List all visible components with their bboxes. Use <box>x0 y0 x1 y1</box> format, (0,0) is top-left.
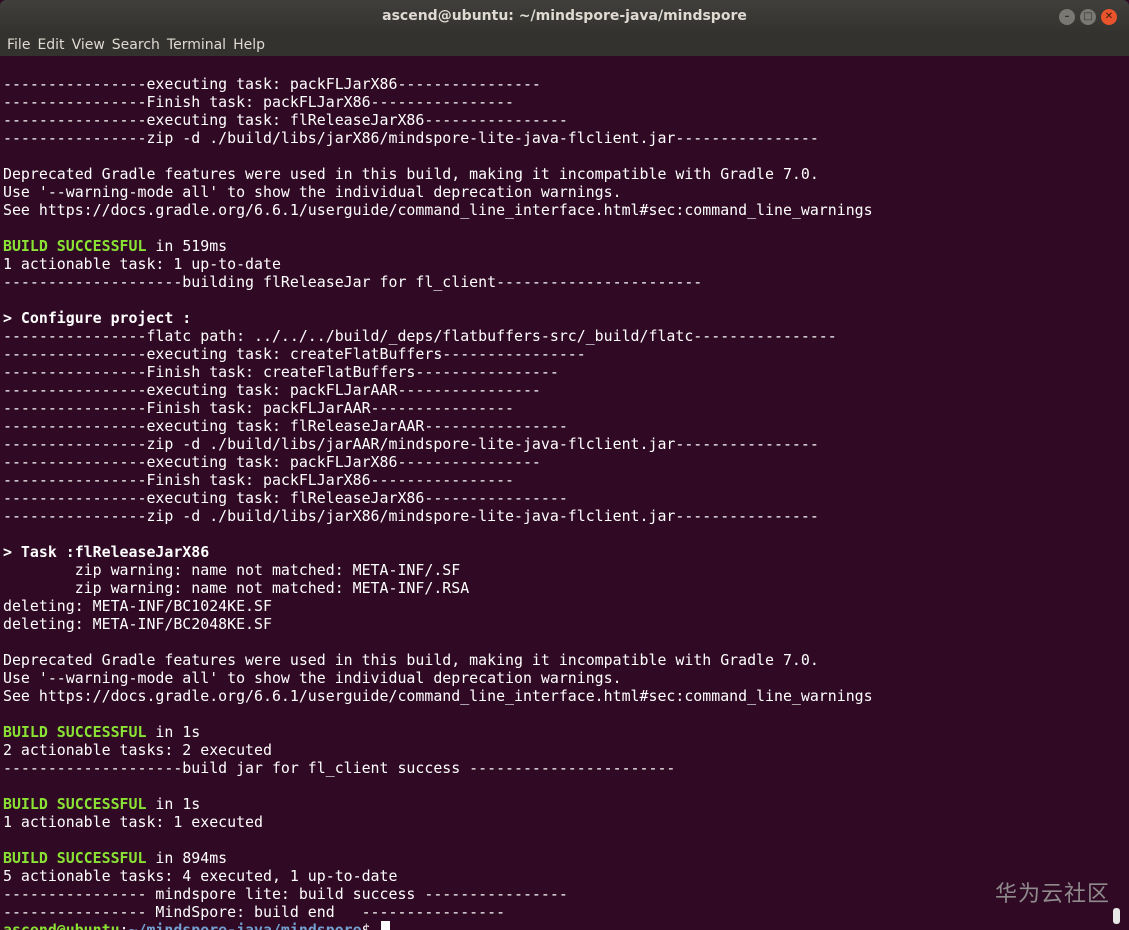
terminal-line: ----------------Finish task: packFLJarX8… <box>3 471 515 489</box>
text-cursor <box>380 921 390 930</box>
terminal-line: ----------------executing task: packFLJa… <box>3 75 541 93</box>
build-time: in 1s <box>155 723 201 741</box>
minimize-button[interactable]: – <box>1059 9 1075 25</box>
terminal-line: See https://docs.gradle.org/6.6.1/usergu… <box>3 201 873 219</box>
menu-file[interactable]: File <box>0 34 33 56</box>
terminal-line: Use '--warning-mode all' to show the ind… <box>3 669 622 687</box>
terminal-line: ----------------executing task: packFLJa… <box>3 453 541 471</box>
terminal-line: ----------------flatc path: ../../../bui… <box>3 327 837 345</box>
terminal-window: ascend@ubuntu: ~/mindspore-java/mindspor… <box>0 0 1129 930</box>
terminal-line: Deprecated Gradle features were used in … <box>3 165 819 183</box>
build-successful-label: BUILD SUCCESSFUL <box>3 723 147 741</box>
build-time: in 894ms <box>155 849 228 867</box>
terminal-line: ----------------zip -d ./build/libs/jarA… <box>3 435 819 453</box>
build-status-line: BUILD SUCCESSFUL in 1s <box>3 723 1103 741</box>
menu-help[interactable]: Help <box>229 34 268 56</box>
menu-edit[interactable]: Edit <box>33 34 67 56</box>
build-status-line: BUILD SUCCESSFUL in 519ms <box>3 237 1103 255</box>
terminal-line: ----------------Finish task: packFLJarAA… <box>3 399 515 417</box>
close-button[interactable]: ✕ <box>1101 9 1117 25</box>
terminal-line: 1 actionable task: 1 executed <box>3 813 263 831</box>
terminal-line: ----------------executing task: flReleas… <box>3 489 568 507</box>
terminal-line: > Task :flReleaseJarX86 <box>3 543 210 561</box>
watermark: 华为云社区 <box>994 882 1110 907</box>
terminal-line: > Configure project : <box>3 309 192 327</box>
menu-view[interactable]: View <box>68 34 108 56</box>
terminal-line: Use '--warning-mode all' to show the ind… <box>3 183 622 201</box>
terminal-line: ----------------executing task: flReleas… <box>3 417 568 435</box>
maximize-button[interactable]: □ <box>1080 9 1096 25</box>
terminal-line: --------------------building flReleaseJa… <box>3 273 703 291</box>
menu-terminal[interactable]: Terminal <box>163 34 229 56</box>
prompt-user-host: ascend@ubuntu <box>3 921 120 930</box>
terminal-line: zip warning: name not matched: META-INF/… <box>3 561 461 579</box>
terminal-line: ----------------executing task: createFl… <box>3 345 586 363</box>
terminal-line: deleting: META-INF/BC1024KE.SF <box>3 597 272 615</box>
terminal-line: ----------------zip -d ./build/libs/jarX… <box>3 129 819 147</box>
terminal-line: ----------------executing task: flReleas… <box>3 111 568 129</box>
terminal-line: ----------------Finish task: packFLJarX8… <box>3 93 515 111</box>
terminal-line: ----------------Finish task: createFlatB… <box>3 363 559 381</box>
terminal-line: 5 actionable tasks: 4 executed, 1 up-to-… <box>3 867 398 885</box>
window-title: ascend@ubuntu: ~/mindspore-java/mindspor… <box>382 8 747 24</box>
build-status-line: BUILD SUCCESSFUL in 1s <box>3 795 1103 813</box>
prompt-symbol: $ <box>361 921 380 930</box>
scrollbar[interactable] <box>1112 58 1120 926</box>
build-time: in 519ms <box>155 237 228 255</box>
terminal-line: ---------------- mindspore lite: build s… <box>3 885 568 903</box>
terminal-line: Deprecated Gradle features were used in … <box>3 651 819 669</box>
terminal-line: ---------------- MindSpore: build end --… <box>3 903 506 921</box>
prompt-separator: : <box>119 921 129 930</box>
menu-search[interactable]: Search <box>108 34 163 56</box>
terminal-line: ----------------executing task: packFLJa… <box>3 381 541 399</box>
prompt-line[interactable]: ascend@ubuntu:~/mindspore-java/mindspore… <box>3 921 1103 930</box>
title-bar[interactable]: ascend@ubuntu: ~/mindspore-java/mindspor… <box>0 0 1129 34</box>
terminal-line: --------------------build jar for fl_cli… <box>3 759 676 777</box>
terminal-line: See https://docs.gradle.org/6.6.1/usergu… <box>3 687 873 705</box>
build-successful-label: BUILD SUCCESSFUL <box>3 795 147 813</box>
scrollbar-thumb[interactable] <box>1113 908 1120 924</box>
menu-bar: File Edit View Search Terminal Help <box>0 34 1129 56</box>
terminal-line: ----------------zip -d ./build/libs/jarX… <box>3 507 819 525</box>
terminal-line: 2 actionable tasks: 2 executed <box>3 741 272 759</box>
terminal-output[interactable]: ----------------executing task: packFLJa… <box>3 57 1103 930</box>
terminal-line: 1 actionable task: 1 up-to-date <box>3 255 281 273</box>
build-time: in 1s <box>155 795 201 813</box>
build-successful-label: BUILD SUCCESSFUL <box>3 237 147 255</box>
build-status-line: BUILD SUCCESSFUL in 894ms <box>3 849 1103 867</box>
terminal-line: zip warning: name not matched: META-INF/… <box>3 579 470 597</box>
terminal-line: deleting: META-INF/BC2048KE.SF <box>3 615 272 633</box>
build-successful-label: BUILD SUCCESSFUL <box>3 849 147 867</box>
prompt-path: ~/mindspore-java/mindspore <box>128 921 362 930</box>
